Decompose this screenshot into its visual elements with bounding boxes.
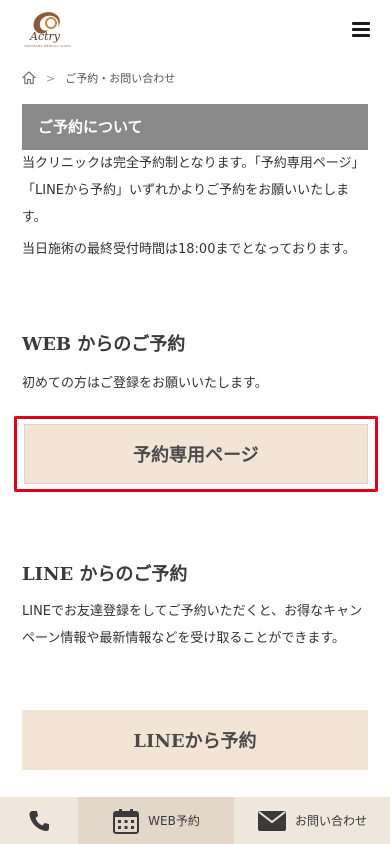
mail-icon [257, 810, 286, 831]
web-reservation-nav-label: WEB予約 [148, 814, 200, 828]
contact-nav-label: お問い合わせ [294, 814, 367, 828]
contact-nav[interactable]: お問い合わせ [234, 797, 390, 844]
chevron-right-icon: > [46, 71, 56, 85]
logo-subtext: YOKOHAMA MEDICAL CLINIC [24, 44, 72, 48]
calendar-icon [113, 808, 140, 834]
logo-wordmark: Actry [30, 30, 60, 43]
line-reservation-heading: LINE からのご予約 [22, 564, 188, 585]
phone-button[interactable] [0, 797, 78, 844]
line-reservation-button[interactable]: LINEから予約 [22, 710, 368, 770]
section-title-reservation: ご予約について [22, 104, 368, 150]
hamburger-icon[interactable] [352, 22, 370, 38]
breadcrumb-current: ご予約・お問い合わせ [65, 72, 176, 85]
line-description: LINEでお友達登録をしてご予約いただくと、お得なキャンペーン情報や最新情報など… [22, 604, 363, 646]
reservation-page-button[interactable]: 予約専用ページ [24, 424, 368, 484]
last-reception-text: 当日施術の最終受付時間は18:00までとなっております。 [22, 242, 356, 257]
breadcrumb: > ご予約・お問い合わせ [22, 70, 175, 86]
site-header: Actry YOKOHAMA MEDICAL CLINIC [0, 0, 390, 60]
phone-icon [29, 810, 49, 831]
reservation-info-text: 当クリニックは完全予約制となります。「予約専用ページ」「LINEから予約」いずれ… [22, 156, 365, 225]
bottom-nav: WEB予約 お問い合わせ [0, 797, 390, 844]
web-reservation-nav[interactable]: WEB予約 [78, 797, 234, 844]
home-icon[interactable] [22, 71, 36, 85]
web-reservation-heading: WEB からのご予約 [22, 334, 186, 355]
web-registration-note: 初めての方はご登録をお願いいたします。 [22, 376, 268, 391]
